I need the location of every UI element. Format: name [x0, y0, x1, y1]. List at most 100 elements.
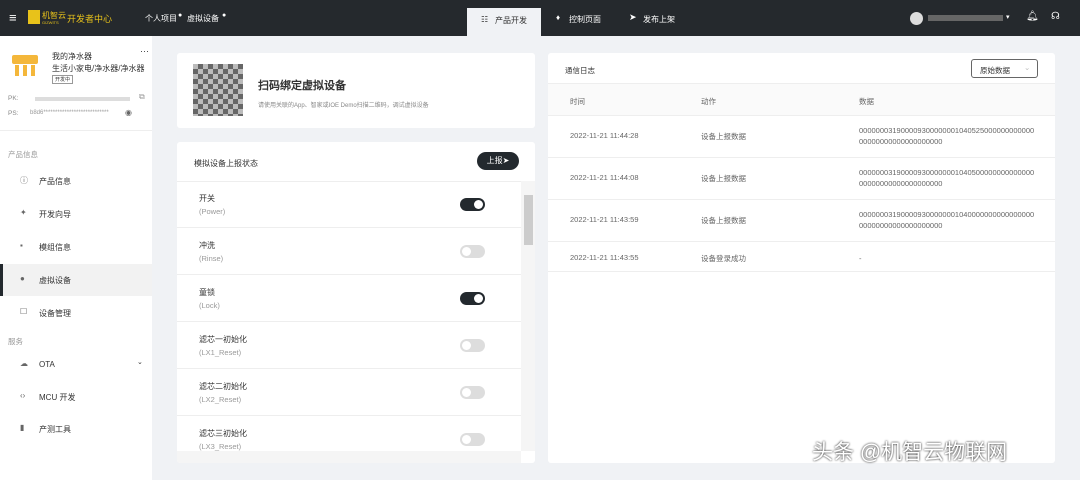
diamond-icon: ♦ — [556, 13, 561, 22]
section-product-info: 产品信息 — [8, 150, 38, 159]
product-category: 生活小家电/净水器/净水器 — [52, 64, 145, 73]
sidebar: 我的净水器 ··· 生活小家电/净水器/净水器 开发中 PK: ⧉ PS: b8… — [0, 36, 152, 480]
ps-label: PS: — [8, 110, 19, 117]
header-action: 动作 — [701, 97, 716, 106]
tool-icon: ▮ — [20, 423, 25, 432]
module-icon: ▪ — [20, 241, 23, 250]
log-data: 0000000319000093000000010405000000000000… — [859, 167, 1044, 189]
horizontal-scrollbar[interactable] — [177, 451, 521, 463]
sidebar-item-product-info[interactable]: ⓘ 产品信息 — [0, 165, 152, 197]
sidebar-item-test-tool[interactable]: ▮ 产测工具 — [0, 413, 152, 445]
code-icon: ‹› — [20, 391, 26, 400]
item-id: (LX3_Reset) — [199, 442, 242, 451]
log-data: - — [859, 253, 1044, 264]
sidebar-item-ota[interactable]: ☁ OTA ⌄ — [0, 349, 152, 381]
log-data-line2: 00000000000000000000 — [859, 137, 943, 146]
item-name: 冲洗 — [199, 241, 215, 250]
product-name: 我的净水器 — [52, 52, 92, 61]
report-item: 童锁 (Lock) — [177, 275, 521, 322]
watermark: 头条 @机智云物联网 — [812, 441, 1008, 464]
report-item: 滤芯二初始化 (LX2_Reset) — [177, 369, 521, 416]
info-icon: ⓘ — [20, 176, 28, 185]
avatar[interactable] — [910, 12, 923, 25]
tab-control-page[interactable]: 控制页面 — [569, 14, 601, 25]
report-button[interactable]: 上报➤ — [477, 152, 519, 170]
log-data-line2: 00000000000000000000 — [859, 221, 943, 230]
sidebar-item-virtual-device[interactable]: ● 虚拟设备 — [0, 264, 152, 296]
square-icon: ☐ — [20, 307, 28, 316]
sidebar-item-module-info[interactable]: ▪ 模组信息 — [0, 231, 152, 263]
item-name: 滤芯三初始化 — [199, 429, 247, 438]
username-blurred[interactable] — [928, 15, 1003, 21]
grid-icon: ☷ — [481, 15, 489, 24]
log-data: 0000000319000093000000010405250000000000… — [859, 125, 1044, 147]
sidebar-item-mcu[interactable]: ‹› MCU 开发 — [0, 381, 152, 413]
log-data-line2: 00000000000000000000 — [859, 179, 943, 188]
portal-title[interactable]: 开发者中心 — [67, 12, 112, 25]
header-data: 数据 — [859, 97, 874, 106]
label: 设备管理 — [39, 309, 71, 318]
toggle-switch[interactable] — [460, 198, 485, 211]
caret-down-icon[interactable]: ▾ — [1006, 13, 1010, 21]
device-icon: ● — [20, 274, 25, 283]
pk-label: PK: — [8, 95, 19, 102]
tab-publish[interactable]: 发布上架 — [643, 14, 675, 25]
signpost-icon: ✦ — [20, 208, 27, 217]
header-time: 时间 — [570, 97, 585, 106]
label: 开发向导 — [39, 210, 71, 219]
vertical-scrollbar[interactable] — [521, 181, 535, 451]
label: 产测工具 — [39, 425, 71, 434]
report-title: 模拟设备上报状态 — [194, 159, 258, 168]
breadcrumb-device[interactable]: 虚拟设备 — [187, 13, 219, 24]
toggle-switch[interactable] — [460, 292, 485, 305]
item-name: 滤芯一初始化 — [199, 335, 247, 344]
report-item: 冲洗 (Rinse) — [177, 228, 521, 275]
tab-label: 产品开发 — [495, 16, 527, 25]
chevron-down-icon: ⌄ — [137, 359, 143, 366]
bell-icon[interactable]: 🔔︎ — [1026, 11, 1039, 22]
eye-icon[interactable]: ◉ — [125, 108, 132, 117]
breadcrumb-project[interactable]: 个人项目 — [145, 13, 177, 24]
chevron-icon: ● — [222, 12, 227, 19]
item-name: 滤芯二初始化 — [199, 382, 247, 391]
item-name: 开关 — [199, 194, 215, 203]
log-action: 设备上报数据 — [701, 216, 746, 225]
log-row: 2022-11-21 11:44:08 设备上报数据 0000000319000… — [548, 158, 1055, 200]
toggle-switch[interactable] — [460, 339, 485, 352]
toggle-switch[interactable] — [460, 433, 485, 446]
ps-value: b8d6**************************** — [30, 110, 109, 116]
label: 模组信息 — [39, 243, 71, 252]
chevron-down-icon: ⌄ — [1024, 63, 1031, 72]
top-bar: ≡ 机智云 GIZWITS 开发者中心 个人项目 ● 虚拟设备 ● ☷ 产品开发… — [0, 0, 1080, 36]
send-icon: ➤ — [629, 12, 637, 22]
logo-icon — [28, 10, 40, 24]
log-data: 0000000319000093000000010400000000000000… — [859, 209, 1044, 231]
log-data-line1: 0000000319000093000000010405000000000000… — [859, 168, 1035, 177]
report-card: 模拟设备上报状态 上报➤ 开关 (Power) 冲洗 (Rinse) 童锁 (L… — [177, 142, 535, 463]
status-badge: 开发中 — [52, 75, 74, 84]
bind-title: 扫码绑定虚拟设备 — [258, 80, 346, 92]
log-title: 通信日志 — [565, 66, 595, 75]
item-id: (Lock) — [199, 301, 220, 310]
tab-product-dev[interactable]: ☷ 产品开发 — [467, 8, 541, 36]
item-id: (Rinse) — [199, 254, 224, 263]
log-row: 2022-11-21 11:44:28 设备上报数据 0000000319000… — [548, 116, 1055, 158]
report-item: 滤芯三初始化 (LX3_Reset) — [177, 416, 521, 451]
menu-icon[interactable]: ≡ — [9, 10, 17, 25]
sidebar-item-device-mgmt[interactable]: ☐ 设备管理 — [0, 297, 152, 329]
log-header: 时间 动作 数据 — [548, 83, 1055, 116]
log-time: 2022-11-21 11:43:59 — [570, 215, 639, 224]
more-icon[interactable]: ··· — [140, 46, 149, 56]
log-action: 设备上报数据 — [701, 132, 746, 141]
item-id: (LX1_Reset) — [199, 348, 242, 357]
logo-sub: GIZWITS — [42, 20, 59, 25]
sidebar-item-dev-guide[interactable]: ✦ 开发向导 — [0, 198, 152, 230]
report-list: 开关 (Power) 冲洗 (Rinse) 童锁 (Lock) 滤芯一初始化 (… — [177, 181, 521, 451]
toggle-switch[interactable] — [460, 386, 485, 399]
toggle-switch[interactable] — [460, 245, 485, 258]
headset-icon[interactable]: ☊ — [1051, 11, 1060, 22]
copy-icon[interactable]: ⧉ — [139, 92, 145, 102]
section-services: 服务 — [8, 337, 23, 346]
data-format-select[interactable]: 原始数据 ⌄ — [971, 59, 1038, 78]
item-name: 童锁 — [199, 288, 215, 297]
